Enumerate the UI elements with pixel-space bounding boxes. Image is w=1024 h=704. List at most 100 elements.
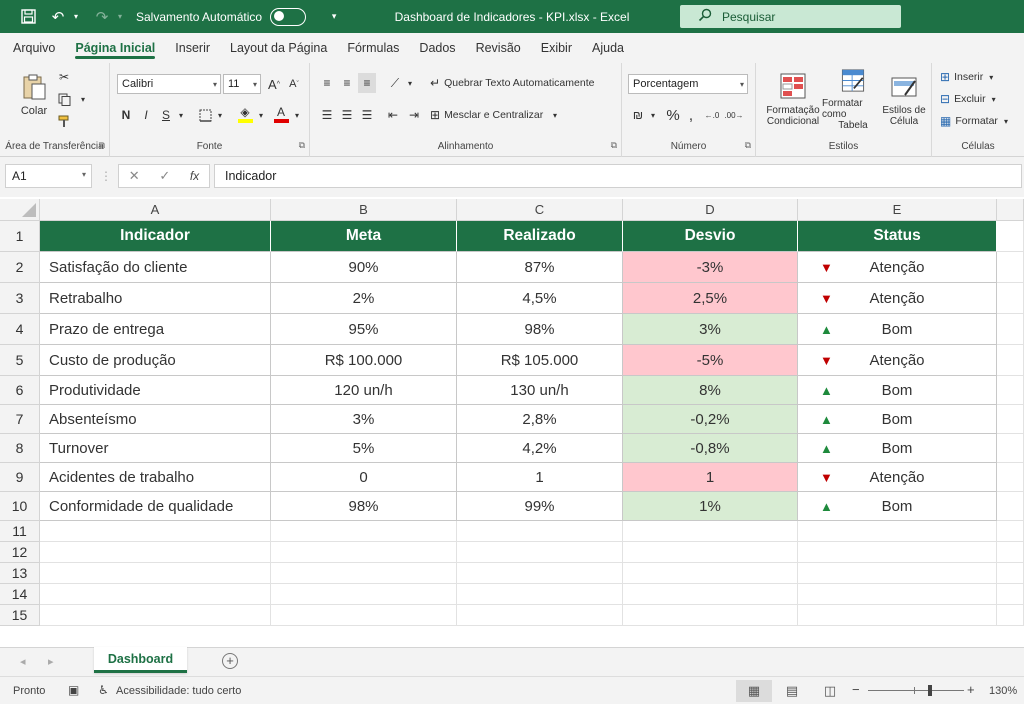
cell-c13[interactable]	[457, 563, 623, 584]
cell-a3[interactable]: Retrabalho	[40, 283, 271, 314]
row-header-15[interactable]: 15	[0, 605, 40, 626]
cell-d3[interactable]: 2,5%	[623, 283, 798, 314]
cell-c14[interactable]	[457, 584, 623, 605]
sheet-nav-next-icon[interactable]: ▸	[48, 655, 54, 668]
font-color-icon[interactable]: A	[272, 103, 290, 125]
cell-a15[interactable]	[40, 605, 271, 626]
align-middle-icon[interactable]: ≡	[338, 73, 356, 93]
formula-input[interactable]: Indicador	[214, 164, 1022, 188]
enter-icon[interactable]: ✓	[159, 168, 170, 184]
cancel-icon[interactable]: ✕	[129, 168, 140, 184]
underline-button[interactable]: S	[158, 105, 174, 125]
cell-b4[interactable]: 95%	[271, 314, 457, 345]
cell-d8[interactable]: -0,8%	[623, 434, 798, 463]
cell-a12[interactable]	[40, 542, 271, 563]
tab-pagina-inicial[interactable]: Página Inicial	[68, 33, 162, 63]
header-cell-c[interactable]: Realizado	[457, 221, 623, 252]
decrease-decimal-icon[interactable]: .00→	[724, 105, 744, 125]
cell-c12[interactable]	[457, 542, 623, 563]
cell-b3[interactable]: 2%	[271, 283, 457, 314]
cell-c8[interactable]: 4,2%	[457, 434, 623, 463]
cell-a9[interactable]: Acidentes de trabalho	[40, 463, 271, 492]
accessibility-icon[interactable]: ♿	[98, 683, 109, 697]
tab-formulas[interactable]: Fórmulas	[340, 33, 406, 63]
cell-b15[interactable]	[271, 605, 457, 626]
name-box[interactable]: A1 ▾	[5, 164, 92, 188]
column-header-e[interactable]: E	[798, 199, 997, 221]
cell-f15[interactable]	[997, 605, 1024, 626]
cell-b6[interactable]: 120 un/h	[271, 376, 457, 405]
page-break-view-icon[interactable]: ◫	[812, 680, 848, 702]
font-launcher-icon[interactable]: ⧉	[299, 140, 305, 151]
paste-button[interactable]: Colar	[14, 69, 54, 121]
cell-c15[interactable]	[457, 605, 623, 626]
cell-e7[interactable]: ▲ Bom	[798, 405, 997, 434]
comma-style-icon[interactable]: ,	[684, 105, 698, 125]
cell-f12[interactable]	[997, 542, 1024, 563]
cell-c7[interactable]: 2,8%	[457, 405, 623, 434]
zoom-out-icon[interactable]: −	[852, 682, 860, 697]
tab-layout-da-pagina[interactable]: Layout da Página	[223, 33, 334, 63]
cell-a4[interactable]: Prazo de entrega	[40, 314, 271, 345]
column-header-d[interactable]: D	[623, 199, 798, 221]
cell-f9[interactable]	[997, 463, 1024, 492]
align-bottom-icon[interactable]: ≡	[358, 73, 376, 93]
column-header-c[interactable]: C	[457, 199, 623, 221]
cell-e3[interactable]: ▼ Atenção	[798, 283, 997, 314]
row-header-5[interactable]: 5	[0, 345, 40, 376]
cell-c10[interactable]: 99%	[457, 492, 623, 521]
accounting-format-icon[interactable]: ₪	[628, 105, 648, 125]
row-header-3[interactable]: 3	[0, 283, 40, 314]
cell-d2[interactable]: -3%	[623, 252, 798, 283]
cell-b5[interactable]: R$ 100.000	[271, 345, 457, 376]
cell-d7[interactable]: -0,2%	[623, 405, 798, 434]
cell-c2[interactable]: 87%	[457, 252, 623, 283]
tab-arquivo[interactable]: Arquivo	[6, 33, 62, 63]
header-cell-a[interactable]: Indicador	[40, 221, 271, 252]
cell-a14[interactable]	[40, 584, 271, 605]
copy-dropdown-icon[interactable]: ▾	[78, 91, 88, 107]
tab-inserir[interactable]: Inserir	[168, 33, 217, 63]
merge-center-button[interactable]: ⊞ Mesclar e Centralizar	[430, 105, 550, 125]
cell-b11[interactable]	[271, 521, 457, 542]
cell-b13[interactable]	[271, 563, 457, 584]
column-header-a[interactable]: A	[40, 199, 271, 221]
cell-b10[interactable]: 98%	[271, 492, 457, 521]
cell-f3[interactable]	[997, 283, 1024, 314]
cell-f5[interactable]	[997, 345, 1024, 376]
wrap-text-button[interactable]: ↵ Quebrar Texto Automaticamente	[430, 73, 610, 93]
row-header-14[interactable]: 14	[0, 584, 40, 605]
accessibility-status[interactable]: Acessibilidade: tudo certo	[116, 685, 241, 697]
increase-font-icon[interactable]: A ^	[266, 75, 282, 93]
cell-e5[interactable]: ▼ Atenção	[798, 345, 997, 376]
cell-b2[interactable]: 90%	[271, 252, 457, 283]
cell-a6[interactable]: Produtividade	[40, 376, 271, 405]
redo-icon[interactable]: ↷	[90, 5, 114, 29]
cell-e2[interactable]: ▼ Atenção	[798, 252, 997, 283]
copy-icon[interactable]	[56, 91, 72, 107]
cell-b8[interactable]: 5%	[271, 434, 457, 463]
zoom-in-icon[interactable]: +	[967, 682, 975, 697]
cell-e12[interactable]	[798, 542, 997, 563]
cell-e11[interactable]	[798, 521, 997, 542]
cell-c11[interactable]	[457, 521, 623, 542]
increase-decimal-icon[interactable]: ←.0	[702, 105, 722, 125]
align-center-icon[interactable]: ☰	[338, 105, 356, 125]
header-cell-b[interactable]: Meta	[271, 221, 457, 252]
select-all-button[interactable]	[0, 199, 40, 221]
font-size-select[interactable]: 11 ▾	[223, 74, 261, 94]
cell-f8[interactable]	[997, 434, 1024, 463]
cell-e6[interactable]: ▲ Bom	[798, 376, 997, 405]
autosave-toggle[interactable]	[270, 7, 307, 26]
percent-style-icon[interactable]: %	[664, 105, 682, 125]
macro-record-icon[interactable]: ▣	[68, 683, 79, 697]
add-sheet-icon[interactable]: +	[222, 653, 238, 669]
cell-d14[interactable]	[623, 584, 798, 605]
cell-b12[interactable]	[271, 542, 457, 563]
number-launcher-icon[interactable]: ⧉	[745, 140, 751, 151]
tab-revisao[interactable]: Revisão	[469, 33, 528, 63]
undo-dropdown-icon[interactable]: ▾	[70, 5, 82, 29]
borders-icon[interactable]	[196, 105, 214, 125]
zoom-slider-thumb[interactable]	[928, 685, 932, 696]
align-left-icon[interactable]: ☰	[318, 105, 336, 125]
